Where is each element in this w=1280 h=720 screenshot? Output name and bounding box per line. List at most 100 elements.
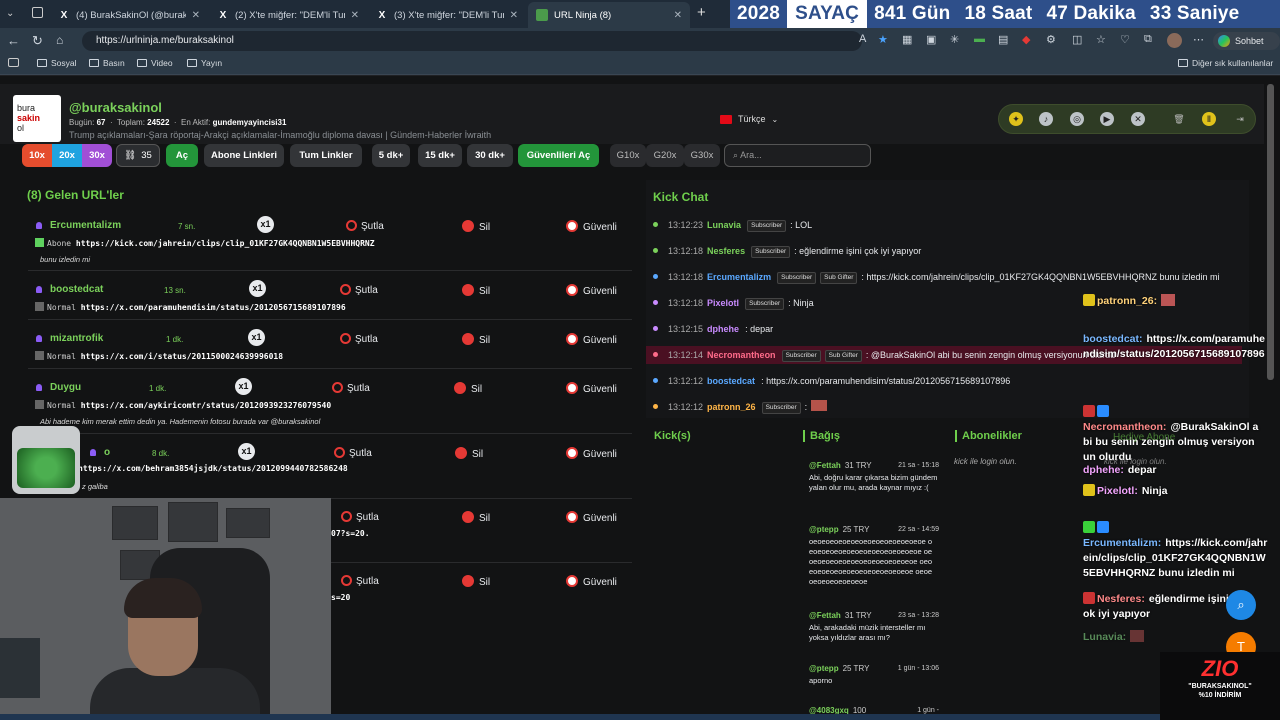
row-username[interactable]: mizantrofik — [36, 333, 103, 344]
extension-icon[interactable]: ▣ — [926, 33, 936, 46]
scrollbar[interactable] — [1267, 84, 1274, 380]
kick-icon[interactable]: ✦ — [1009, 112, 1023, 126]
row-url[interactable]: Normal https://x.com/i/status/2011500024… — [35, 351, 283, 361]
chat-username[interactable]: dphehe — [707, 324, 739, 334]
kick-user-button[interactable]: Şutla — [341, 511, 379, 523]
close-tab-icon[interactable]: ✕ — [510, 10, 518, 21]
kick-user-button[interactable]: Şutla — [340, 284, 378, 296]
profile-avatar[interactable] — [1167, 33, 1182, 48]
tab-actions-icon[interactable]: ⌄ — [6, 8, 14, 19]
row-url[interactable]: 07?s=20. — [331, 529, 370, 538]
extension-icon[interactable]: ▬ — [974, 33, 985, 45]
chat-username[interactable]: Lunavia — [707, 220, 741, 230]
row-url[interactable]: Abone https://kick.com/jahrein/clips/cli… — [35, 238, 375, 248]
mark-safe-button[interactable]: Güvenli — [566, 284, 617, 297]
mark-safe-button[interactable]: Güvenli — [566, 575, 617, 588]
row-username[interactable]: Ercumentalizm — [36, 220, 121, 231]
kick-user-button[interactable]: Şutla — [334, 447, 372, 459]
g10x-button[interactable]: G10x — [610, 144, 646, 167]
chat-username[interactable]: Pixelotl — [707, 298, 739, 308]
delete-button[interactable]: Sil — [462, 333, 490, 346]
home-icon[interactable]: ⌂ — [56, 33, 63, 47]
open-safe-button[interactable]: Güvenlileri Aç — [518, 144, 599, 167]
delete-button[interactable]: Sil — [462, 220, 490, 233]
delete-button[interactable]: Sil — [455, 447, 483, 460]
back-icon[interactable]: ← — [7, 33, 20, 48]
sub-links-button[interactable]: Abone Linkleri — [204, 144, 284, 167]
kick-user-button[interactable]: Şutla — [341, 575, 379, 587]
workspaces-icon[interactable] — [32, 7, 43, 18]
bookmark-folder[interactable]: Video — [137, 58, 173, 68]
mark-safe-button[interactable]: Güvenli — [566, 220, 617, 233]
favorites-icon[interactable]: ☆ — [1096, 33, 1106, 46]
address-input[interactable]: https://urlninja.me/buraksakinol — [82, 31, 862, 51]
kick-user-button[interactable]: Şutla — [346, 220, 384, 232]
reload-icon[interactable]: ↻ — [32, 33, 43, 49]
all-links-button[interactable]: Tum Linkler — [290, 144, 362, 167]
delete-button[interactable]: Sil — [454, 382, 482, 395]
extension-icon[interactable]: ✳ — [950, 33, 959, 46]
browser-tab-active[interactable]: URL Ninja (8) ✕ — [528, 2, 690, 28]
row-username[interactable]: o — [90, 447, 110, 458]
chat-username[interactable]: Necromantheon — [707, 350, 776, 360]
search-input[interactable]: ⌕ Ara... — [724, 144, 871, 167]
open-button[interactable]: Aç — [166, 144, 198, 167]
row-username[interactable]: boostedcat — [36, 284, 103, 295]
delete-button[interactable]: Sil — [462, 575, 490, 588]
mult-10x-button[interactable]: 10x — [22, 144, 52, 167]
min-30-button[interactable]: 30 dk+ — [467, 144, 513, 167]
split-screen-icon[interactable]: ◫ — [1072, 33, 1082, 46]
chat-username[interactable]: boostedcat — [707, 376, 755, 386]
x-icon[interactable]: ✕ — [1131, 112, 1145, 126]
extension-icon[interactable]: ▤ — [998, 33, 1008, 46]
language-select[interactable]: Türkçe ⌄ — [720, 114, 778, 124]
chat-username[interactable]: Ercumentalizm — [707, 272, 771, 282]
reading-list-icon[interactable] — [8, 58, 19, 67]
chat-button[interactable]: Sohbet et — [1213, 32, 1280, 64]
bookmark-folder[interactable]: Yayın — [187, 58, 222, 68]
g20x-button[interactable]: G20x — [646, 144, 684, 167]
min-15-button[interactable]: 15 dk+ — [418, 144, 462, 167]
close-tab-icon[interactable]: ✕ — [351, 10, 359, 21]
row-url[interactable]: Normal https://x.com/paramuhendisim/stat… — [35, 302, 346, 312]
kick-user-button[interactable]: Şutla — [332, 382, 370, 394]
row-url[interactable]: Normal https://x.com/aykiricomtr/status/… — [35, 400, 331, 410]
row-url[interactable]: s=20 — [331, 593, 350, 602]
youtube-icon[interactable]: ▶ — [1100, 112, 1114, 126]
more-menu-icon[interactable]: ⋯ — [1193, 33, 1204, 46]
collections-icon[interactable]: ⧉ — [1144, 33, 1152, 46]
browser-tab[interactable]: X(3) X'te miğfer: "DEM'li Tuncer Bak✕ — [368, 2, 526, 28]
mark-safe-button[interactable]: Güvenli — [566, 511, 617, 524]
extension-icon[interactable]: ◆ — [1022, 33, 1030, 46]
kick-user-button[interactable]: Şutla — [340, 333, 378, 345]
mark-safe-button[interactable]: Güvenli — [566, 333, 617, 346]
chat-username[interactable]: Nesferes — [707, 246, 745, 256]
bookmark-folder[interactable]: Sosyal — [37, 58, 77, 68]
extension-icon[interactable]: ▦ — [902, 33, 912, 46]
min-5-button[interactable]: 5 dk+ — [372, 144, 410, 167]
mark-safe-button[interactable]: Güvenli — [566, 447, 617, 460]
logout-icon[interactable]: ⇥ — [1233, 112, 1247, 126]
new-tab-icon[interactable]: + — [697, 4, 706, 21]
zoom-search-icon[interactable]: ⌕ — [1226, 590, 1256, 620]
pause-icon[interactable]: Ⅱ — [1202, 112, 1216, 126]
browser-tab[interactable]: X(2) X'te miğfer: "DEM'li Tuncer Bak✕ — [209, 2, 367, 28]
row-username[interactable]: Duygu — [36, 382, 81, 393]
trash-icon[interactable]: 🗑 — [1172, 112, 1186, 126]
twitter-icon[interactable]: ♪ — [1039, 112, 1053, 126]
row-url[interactable]: https://x.com/behram3854jsjdk/status/201… — [78, 464, 348, 473]
instagram-icon[interactable]: ◎ — [1070, 112, 1084, 126]
delete-button[interactable]: Sil — [462, 511, 490, 524]
mult-30x-button[interactable]: 30x — [82, 144, 112, 167]
g30x-button[interactable]: G30x — [684, 144, 720, 167]
browser-tab[interactable]: X(4) BurakSakinOl (@buraktut_) / X✕ — [50, 2, 208, 28]
browser-essentials-icon[interactable]: ♡ — [1120, 33, 1130, 46]
favorite-star-icon[interactable]: ★ — [878, 33, 888, 46]
other-bookmarks[interactable]: Diğer sık kullanılanlar — [1178, 58, 1273, 68]
read-aloud-icon[interactable]: A — [859, 33, 866, 45]
close-tab-icon[interactable]: ✕ — [674, 10, 682, 21]
close-tab-icon[interactable]: ✕ — [192, 10, 200, 21]
chat-username[interactable]: patronn_26 — [707, 402, 756, 412]
mult-20x-button[interactable]: 20x — [52, 144, 82, 167]
mark-safe-button[interactable]: Güvenli — [566, 382, 617, 395]
